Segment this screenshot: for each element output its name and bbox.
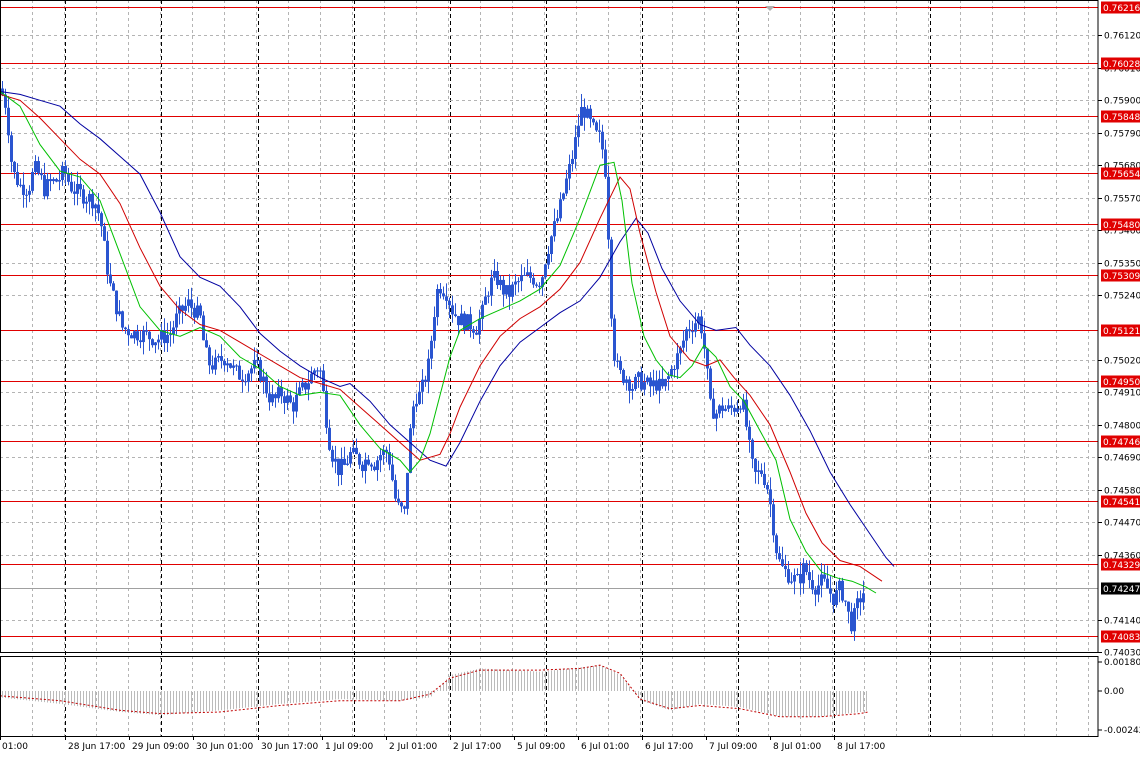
candle[interactable] — [622, 368, 625, 385]
candle[interactable] — [31, 168, 34, 193]
x-tick-label: 6 Jul 01:00 — [581, 742, 630, 752]
candle[interactable] — [544, 264, 547, 280]
level-label: 0.74746 — [1103, 438, 1140, 448]
x-tick-label: 30 Jun 17:00 — [261, 742, 318, 752]
y-tick-label: 0.75020 — [1104, 357, 1140, 367]
level-label: 0.74329 — [1103, 561, 1140, 571]
level-label: 0.75480 — [1103, 221, 1140, 231]
price-chart-svg[interactable]: 0.761200.760100.759000.757900.756800.755… — [0, 0, 1140, 758]
osc-y-tick-label: 0.00180 — [1104, 658, 1140, 668]
level-label: 0.74950 — [1103, 378, 1140, 388]
x-tick-label: 8 Jul 01:00 — [773, 742, 822, 752]
candle[interactable] — [709, 366, 712, 400]
osc-y-tick-label: -0.00242 — [1104, 726, 1140, 736]
level-label: 0.74083 — [1103, 633, 1140, 643]
y-tick-label: 0.74690 — [1104, 454, 1140, 464]
y-tick-label: 0.74580 — [1104, 487, 1140, 497]
y-tick-label: 0.76120 — [1104, 32, 1140, 42]
y-tick-label: 0.74470 — [1104, 519, 1140, 529]
level-label: 0.75654 — [1103, 170, 1140, 180]
candle[interactable] — [610, 237, 613, 327]
level-label: 0.75121 — [1103, 327, 1140, 337]
y-tick-label: 0.74800 — [1104, 422, 1140, 432]
candle[interactable] — [409, 424, 412, 473]
x-tick-label: 28 Jun 17:00 — [68, 742, 125, 752]
y-tick-label: 0.75900 — [1104, 97, 1140, 107]
x-tick-label: 29 Jun 09:00 — [132, 742, 189, 752]
candle[interactable] — [406, 473, 409, 515]
level-label: 0.75848 — [1103, 113, 1140, 123]
x-tick-label: 30 Jun 01:00 — [196, 742, 253, 752]
x-tick-label: 1 Jul 09:00 — [325, 742, 374, 752]
level-label: 0.76216 — [1103, 4, 1140, 14]
x-tick-label: 8 Jul 17:00 — [837, 742, 886, 752]
candle[interactable] — [325, 385, 328, 434]
level-label: 0.74541 — [1103, 498, 1140, 508]
x-tick-label: 2 Jul 01:00 — [389, 742, 438, 752]
osc-y-tick-label: 0.00 — [1104, 687, 1124, 697]
y-tick-label: 0.74030 — [1104, 649, 1140, 659]
x-tick-label: 2 Jul 17:00 — [453, 742, 502, 752]
y-tick-label: 0.75570 — [1104, 195, 1140, 205]
candle[interactable] — [613, 314, 616, 366]
candle[interactable] — [607, 166, 610, 248]
level-label: 0.75309 — [1103, 272, 1140, 282]
current-price-label: 0.74247 — [1103, 585, 1140, 595]
candle[interactable] — [229, 363, 232, 369]
x-tick-label: 5 Jul 09:00 — [517, 742, 566, 752]
level-label: 0.76028 — [1103, 60, 1140, 70]
chart-root: 0.761200.760100.759000.757900.756800.755… — [0, 0, 1140, 758]
x-tick-label: 6 Jul 17:00 — [645, 742, 694, 752]
x-tick-label: 01:00 — [2, 742, 28, 752]
candle[interactable] — [466, 314, 469, 330]
chart-background — [0, 0, 1140, 758]
y-tick-label: 0.74140 — [1104, 617, 1140, 627]
y-tick-label: 0.75350 — [1104, 260, 1140, 270]
candle[interactable] — [841, 578, 844, 603]
x-tick-label: 7 Jul 09:00 — [709, 742, 758, 752]
y-tick-label: 0.75240 — [1104, 292, 1140, 302]
y-tick-label: 0.74910 — [1104, 389, 1140, 399]
y-tick-label: 0.75790 — [1104, 130, 1140, 140]
